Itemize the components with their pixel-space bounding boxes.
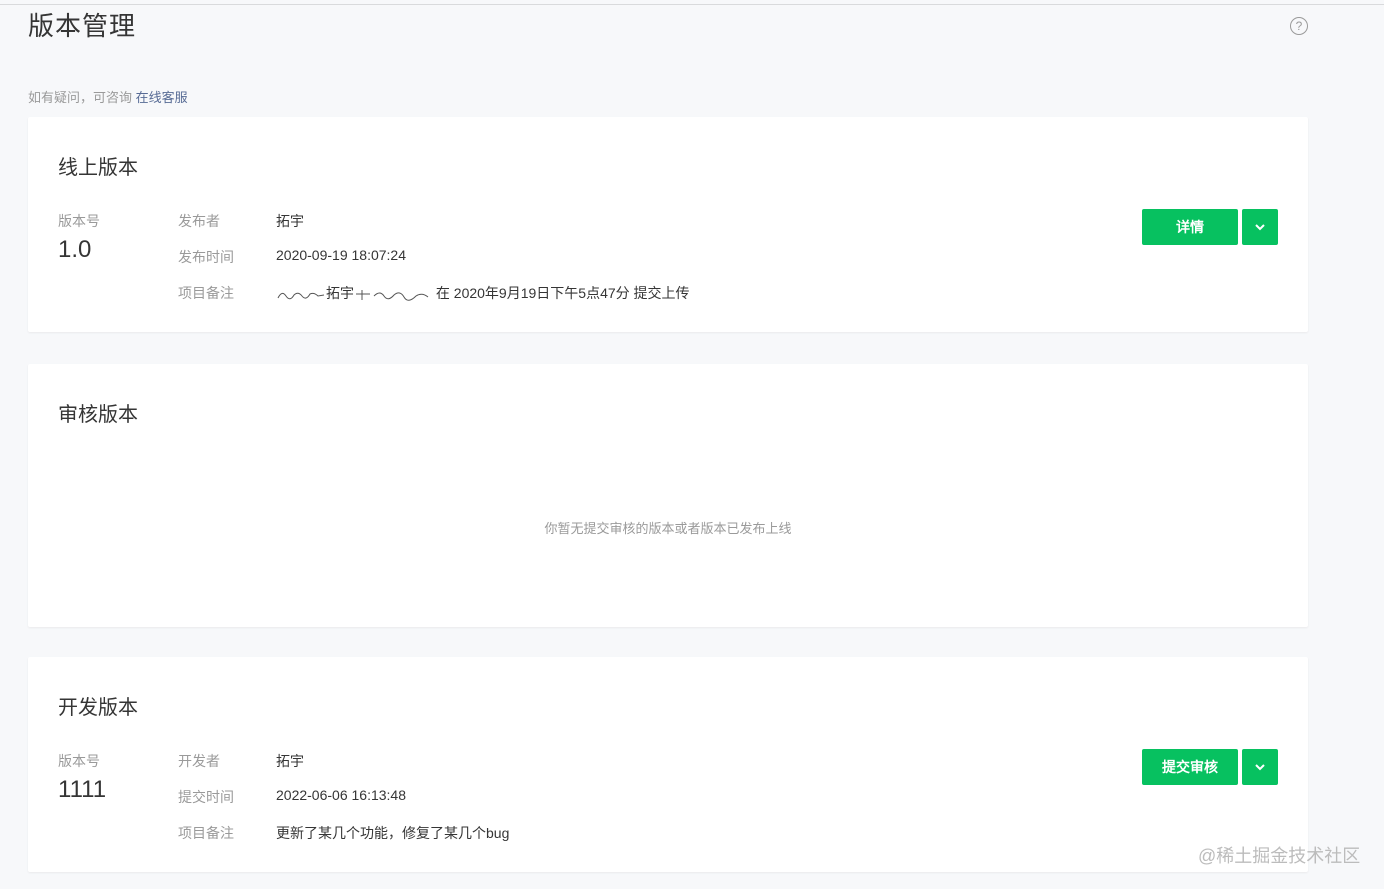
help-line: 如有疑问，可咨询 在线客服	[28, 87, 188, 106]
question-circle-icon[interactable]: ?	[1290, 17, 1308, 35]
submit-review-button[interactable]: 提交审核	[1142, 749, 1238, 785]
page-title: 版本管理	[28, 11, 137, 41]
publisher-label: 发布者	[178, 213, 220, 229]
submit-time-label: 提交时间	[178, 789, 234, 805]
chevron-down-icon	[1255, 224, 1265, 231]
publish-time-value: 2020-09-19 18:07:24	[276, 247, 406, 263]
top-divider	[0, 4, 1384, 5]
dev-dropdown-button[interactable]	[1242, 749, 1278, 785]
publisher-value: 拓宇	[276, 213, 304, 229]
chevron-down-icon	[1255, 764, 1265, 771]
decorative-squiggle-left	[277, 293, 325, 300]
review-version-card: 审核版本 你暂无提交审核的版本或者版本已发布上线	[28, 364, 1308, 627]
decorative-squiggle-right	[356, 290, 429, 302]
dev-project-note-value: 更新了某几个功能，修复了某几个bug	[276, 825, 510, 841]
dev-version-title: 开发版本	[58, 697, 138, 719]
dev-version-number: 1111	[58, 776, 107, 803]
submit-time-value: 2022-06-06 16:13:48	[276, 787, 406, 803]
watermark: @稀土掘金技术社区	[1198, 846, 1361, 866]
developer-label: 开发者	[178, 753, 220, 769]
online-version-title: 线上版本	[58, 157, 138, 179]
project-note-suffix: 在 2020年9月19日下午5点47分 提交上传	[435, 285, 690, 301]
project-note-name: 拓宇	[326, 285, 354, 301]
project-note-value: 拓宇 在 2020年9月19日下午5点47分 提交上传	[276, 283, 690, 303]
project-note-label: 项目备注	[178, 285, 234, 301]
detail-button[interactable]: 详情	[1142, 209, 1238, 245]
dev-version-card: 开发版本 版本号 1111 开发者 拓宇 提交时间 2022-06-06 16:…	[28, 657, 1308, 872]
dev-version-number-label: 版本号	[58, 753, 100, 769]
dev-project-note-label: 项目备注	[178, 825, 234, 841]
online-service-link[interactable]: 在线客服	[136, 90, 188, 105]
version-number: 1.0	[58, 236, 92, 263]
developer-value: 拓宇	[276, 753, 304, 769]
review-empty-text: 你暂无提交审核的版本或者版本已发布上线	[544, 521, 792, 536]
version-number-label: 版本号	[58, 213, 100, 229]
online-version-card: 线上版本 版本号 1.0 发布者 拓宇 发布时间 2020-09-19 18:0…	[28, 117, 1308, 332]
help-text: 如有疑问，可咨询	[28, 90, 133, 105]
online-dropdown-button[interactable]	[1242, 209, 1278, 245]
publish-time-label: 发布时间	[178, 249, 234, 265]
review-version-title: 审核版本	[58, 404, 138, 426]
